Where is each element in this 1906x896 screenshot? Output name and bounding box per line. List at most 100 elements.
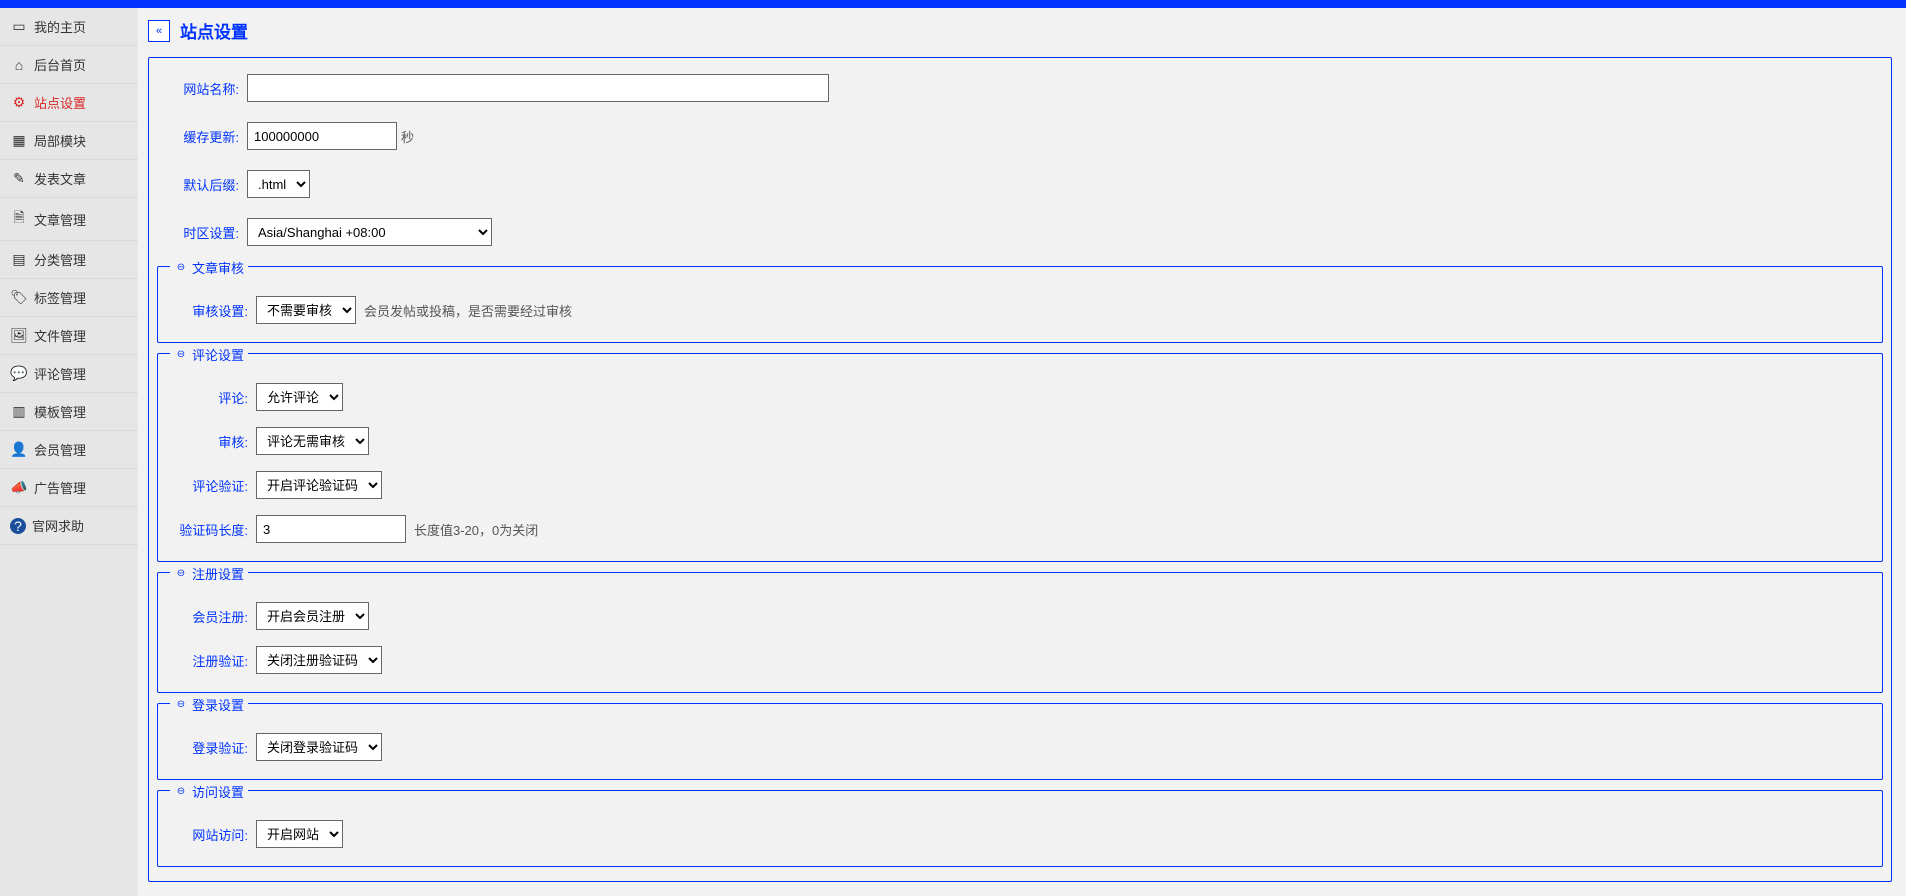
sidebar-item-label: 广告管理	[34, 478, 86, 497]
label-cache-update: 缓存更新:	[157, 127, 247, 146]
sidebar-item-label: 文件管理	[34, 326, 86, 345]
row-cache-update: 缓存更新: 秒	[149, 112, 1891, 160]
image-icon: 🖼	[10, 327, 28, 344]
grid-icon: ▦	[10, 132, 28, 149]
collapse-sidebar-button[interactable]: «	[148, 20, 170, 42]
select-member-register[interactable]: 开启会员注册	[256, 602, 369, 630]
legend-label: 登录设置	[192, 695, 244, 714]
select-comment-review[interactable]: 评论无需审核	[256, 427, 369, 455]
row-site-access: 网站访问: 开启网站	[158, 812, 1882, 856]
label-default-suffix: 默认后缀:	[157, 175, 247, 194]
select-review-set[interactable]: 不需要审核	[256, 296, 356, 324]
sidebar-item-my-homepage[interactable]: ▭ 我的主页	[0, 8, 138, 46]
collapse-icon[interactable]: ⊖	[174, 261, 188, 275]
legend-label: 访问设置	[192, 782, 244, 801]
page-title: 站点设置	[180, 18, 248, 43]
legend-label: 文章审核	[192, 258, 244, 277]
tag-icon: 🏷	[10, 289, 28, 306]
legend-label: 评论设置	[192, 345, 244, 364]
gear-icon: ⚙	[10, 94, 28, 111]
sidebar-item-label: 评论管理	[34, 364, 86, 383]
sidebar-item-label: 官网求助	[32, 516, 84, 535]
main-content: « 站点设置 网站名称: 缓存更新: 秒 默认后缀: .html 时区设置:	[138, 8, 1906, 896]
row-comment-captcha: 评论验证: 开启评论验证码	[158, 463, 1882, 507]
row-comment-review: 审核: 评论无需审核	[158, 419, 1882, 463]
window-icon: ▭	[10, 18, 28, 35]
select-comment-captcha[interactable]: 开启评论验证码	[256, 471, 382, 499]
sidebar-item-label: 发表文章	[34, 169, 86, 188]
fieldset-register-settings: ⊖ 注册设置 会员注册: 开启会员注册 注册验证: 关闭注册验证码	[157, 572, 1883, 693]
row-member-register: 会员注册: 开启会员注册	[158, 594, 1882, 638]
fieldset-comment-settings: ⊖ 评论设置 评论: 允许评论 审核: 评论无需审核 评论验证:	[157, 353, 1883, 562]
sidebar-item-label: 站点设置	[34, 93, 86, 112]
sidebar-item-label: 文章管理	[34, 210, 86, 229]
row-default-suffix: 默认后缀: .html	[149, 160, 1891, 208]
select-default-suffix[interactable]: .html	[247, 170, 310, 198]
row-register-captcha: 注册验证: 关闭注册验证码	[158, 638, 1882, 682]
row-site-name: 网站名称:	[149, 64, 1891, 112]
fieldset-article-review: ⊖ 文章审核 审核设置: 不需要审核 会员发帖或投稿，是否需要经过审核	[157, 266, 1883, 343]
row-timezone: 时区设置: Asia/Shanghai +08:00	[149, 208, 1891, 256]
label-comment-captcha: 评论验证:	[166, 476, 256, 495]
list-icon: ▤	[10, 251, 28, 268]
select-comment[interactable]: 允许评论	[256, 383, 343, 411]
layout-icon: ▥	[10, 403, 28, 420]
label-register-captcha: 注册验证:	[166, 651, 256, 670]
sidebar-item-label: 模板管理	[34, 402, 86, 421]
sidebar-item-publish-article[interactable]: ✎ 发表文章	[0, 160, 138, 198]
label-timezone: 时区设置:	[157, 223, 247, 242]
input-captcha-length[interactable]	[256, 515, 406, 543]
select-register-captcha[interactable]: 关闭注册验证码	[256, 646, 382, 674]
label-review-set: 审核设置:	[166, 301, 256, 320]
collapse-icon[interactable]: ⊖	[174, 348, 188, 362]
select-login-captcha[interactable]: 关闭登录验证码	[256, 733, 382, 761]
label-site-access: 网站访问:	[166, 825, 256, 844]
sidebar-item-category-manage[interactable]: ▤ 分类管理	[0, 241, 138, 279]
help-icon: ?	[10, 518, 26, 534]
legend-label: 注册设置	[192, 564, 244, 583]
select-timezone[interactable]: Asia/Shanghai +08:00	[247, 218, 492, 246]
label-site-name: 网站名称:	[157, 79, 247, 98]
label-captcha-length: 验证码长度:	[166, 520, 256, 539]
select-site-access[interactable]: 开启网站	[256, 820, 343, 848]
sidebar-item-label: 标签管理	[34, 288, 86, 307]
pencil-icon: ✎	[10, 170, 28, 187]
sidebar-item-article-manage[interactable]: 🗎 文章管理	[0, 198, 138, 241]
megaphone-icon: 📣	[10, 479, 28, 496]
sidebar: ▭ 我的主页 ⌂ 后台首页 ⚙ 站点设置 ▦ 局部模块 ✎ 发表文章 🗎 文章管…	[0, 8, 138, 896]
sidebar-item-partial-module[interactable]: ▦ 局部模块	[0, 122, 138, 160]
user-icon: 👤	[10, 441, 28, 458]
collapse-icon[interactable]: ⊖	[174, 698, 188, 712]
top-bar	[0, 0, 1906, 8]
fieldset-access-settings: ⊖ 访问设置 网站访问: 开启网站	[157, 790, 1883, 867]
fieldset-login-settings: ⊖ 登录设置 登录验证: 关闭登录验证码	[157, 703, 1883, 780]
sidebar-item-label: 后台首页	[34, 55, 86, 74]
sidebar-item-tag-manage[interactable]: 🏷 标签管理	[0, 279, 138, 317]
row-login-captcha: 登录验证: 关闭登录验证码	[158, 725, 1882, 769]
sidebar-item-member-manage[interactable]: 👤 会员管理	[0, 431, 138, 469]
label-comment: 评论:	[166, 388, 256, 407]
input-site-name[interactable]	[247, 74, 829, 102]
speech-icon: 💬	[10, 365, 28, 382]
unit-seconds: 秒	[401, 127, 414, 146]
sidebar-item-file-manage[interactable]: 🖼 文件管理	[0, 317, 138, 355]
row-review-set: 审核设置: 不需要审核 会员发帖或投稿，是否需要经过审核	[158, 288, 1882, 332]
sidebar-item-template-manage[interactable]: ▥ 模板管理	[0, 393, 138, 431]
document-icon: 🗎	[10, 207, 28, 231]
sidebar-item-admin-home[interactable]: ⌂ 后台首页	[0, 46, 138, 84]
collapse-icon[interactable]: ⊖	[174, 567, 188, 581]
collapse-icon[interactable]: ⊖	[174, 785, 188, 799]
label-member-register: 会员注册:	[166, 607, 256, 626]
sidebar-item-label: 会员管理	[34, 440, 86, 459]
input-cache-update[interactable]	[247, 122, 397, 150]
home-icon: ⌂	[10, 57, 28, 73]
hint-captcha-length: 长度值3-20，0为关闭	[414, 520, 538, 539]
sidebar-item-site-settings[interactable]: ⚙ 站点设置	[0, 84, 138, 122]
sidebar-item-comment-manage[interactable]: 💬 评论管理	[0, 355, 138, 393]
sidebar-item-official-help[interactable]: ? 官网求助	[0, 507, 138, 545]
hint-review-set: 会员发帖或投稿，是否需要经过审核	[364, 301, 572, 320]
label-login-captcha: 登录验证:	[166, 738, 256, 757]
sidebar-item-label: 分类管理	[34, 250, 86, 269]
label-comment-review: 审核:	[166, 432, 256, 451]
sidebar-item-ad-manage[interactable]: 📣 广告管理	[0, 469, 138, 507]
